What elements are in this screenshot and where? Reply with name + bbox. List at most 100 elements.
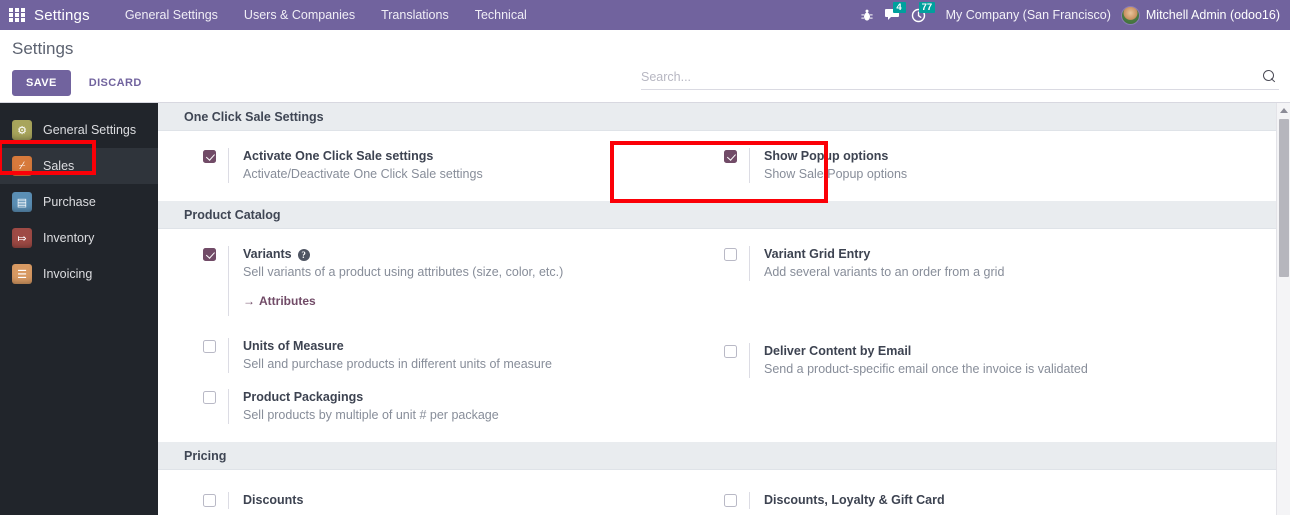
menu-translations[interactable]: Translations xyxy=(368,0,462,30)
setting-text: Product Packagings Sell products by mult… xyxy=(243,389,499,424)
menu-users-companies[interactable]: Users & Companies xyxy=(231,0,368,30)
checkbox-activate-one-click-sale[interactable] xyxy=(203,150,216,163)
action-buttons: SAVE DISCARD xyxy=(12,70,146,96)
activities-count-badge: 77 xyxy=(918,2,936,13)
section-body-pricing: Discounts Discounts, Loyalty & Gift Card xyxy=(158,470,1290,515)
setting-title-label: Variants xyxy=(243,247,292,261)
setting-description: Sell variants of a product using attribu… xyxy=(243,265,564,279)
setting-divider xyxy=(228,338,229,373)
setting-title: Product Packagings xyxy=(243,390,364,404)
setting-text: Units of Measure Sell and purchase produ… xyxy=(243,338,552,373)
search-icon[interactable] xyxy=(1263,69,1277,84)
help-icon[interactable]: ? xyxy=(297,248,310,261)
setting-text: Variants ? Sell variants of a product us… xyxy=(243,246,563,310)
setting-description: Add several variants to an order from a … xyxy=(764,265,1005,279)
setting-units-of-measure[interactable]: Units of Measure Sell and purchase produ… xyxy=(203,338,724,373)
scroll-thumb[interactable] xyxy=(1279,119,1289,277)
section-header-product-catalog: Product Catalog xyxy=(158,201,1290,229)
setting-divider xyxy=(228,389,229,424)
setting-text: Discounts xyxy=(243,492,303,509)
user-menu[interactable]: Mitchell Admin (odoo16) xyxy=(1146,8,1280,22)
menu-general-settings[interactable]: General Settings xyxy=(112,0,231,30)
sidebar-item-purchase[interactable]: ▤ Purchase xyxy=(0,184,158,220)
setting-divider xyxy=(749,492,750,509)
setting-title: Variant Grid Entry xyxy=(764,247,871,261)
attributes-link[interactable]: → Attributes xyxy=(243,294,316,308)
section-column-left: Activate One Click Sale settings Activat… xyxy=(158,148,724,183)
setting-product-packagings[interactable]: Product Packagings Sell products by mult… xyxy=(203,389,724,424)
sidebar-item-label: Inventory xyxy=(43,231,95,245)
setting-title: Show Popup options xyxy=(764,149,889,163)
sidebar-item-label: General Settings xyxy=(43,123,137,137)
discard-button[interactable]: DISCARD xyxy=(85,71,146,95)
checkbox-variants[interactable] xyxy=(203,248,216,261)
section-body-one-click-sale: Activate One Click Sale settings Activat… xyxy=(158,131,1290,201)
setting-deliver-content-by-email[interactable]: Deliver Content by Email Send a product-… xyxy=(724,343,1290,378)
sidebar-item-label: Invoicing xyxy=(43,267,93,281)
setting-show-popup-options[interactable]: Show Popup options Show Sale Popup optio… xyxy=(724,148,1290,183)
setting-variants[interactable]: Variants ? Sell variants of a product us… xyxy=(203,246,724,316)
search-input[interactable] xyxy=(641,69,1263,84)
setting-title: Deliver Content by Email xyxy=(764,344,912,358)
section-header-one-click-sale: One Click Sale Settings xyxy=(158,103,1290,131)
setting-title: Activate One Click Sale settings xyxy=(243,149,434,163)
settings-content: One Click Sale Settings Activate One Cli… xyxy=(158,103,1290,515)
checkbox-product-packagings[interactable] xyxy=(203,391,216,404)
setting-description: Send a product-specific email once the i… xyxy=(764,362,1088,376)
clock-activity-icon[interactable]: 77 xyxy=(906,0,936,30)
bar-chart-icon: ⌿ xyxy=(12,156,32,176)
setting-divider xyxy=(228,148,229,183)
section-column-left: Variants ? Sell variants of a product us… xyxy=(158,246,724,424)
setting-text: Discounts, Loyalty & Gift Card xyxy=(764,492,945,509)
app-brand-settings[interactable]: Settings xyxy=(34,7,90,24)
menu-technical[interactable]: Technical xyxy=(462,0,540,30)
setting-description: Sell products by multiple of unit # per … xyxy=(243,408,499,422)
chevron-up-icon[interactable] xyxy=(1277,103,1290,117)
avatar[interactable] xyxy=(1120,5,1140,25)
box-icon: ⤇ xyxy=(12,228,32,248)
setting-title: Discounts xyxy=(243,493,304,507)
credit-card-icon: ▤ xyxy=(12,192,32,212)
checkbox-show-popup-options[interactable] xyxy=(724,150,737,163)
page-title: Settings xyxy=(12,39,74,58)
arrow-right-icon: → xyxy=(243,294,255,308)
navbar-menu: General Settings Users & Companies Trans… xyxy=(112,0,540,30)
sidebar-item-invoicing[interactable]: ☰ Invoicing xyxy=(0,256,158,292)
checkbox-variant-grid-entry[interactable] xyxy=(724,248,737,261)
sidebar-top-spacer xyxy=(0,103,158,112)
section-body-product-catalog: Variants ? Sell variants of a product us… xyxy=(158,229,1290,442)
checkbox-discounts[interactable] xyxy=(203,494,216,507)
setting-variant-grid-entry[interactable]: Variant Grid Entry Add several variants … xyxy=(724,246,1290,281)
setting-description: Show Sale Popup options xyxy=(764,167,908,181)
setting-discounts-loyalty-gift-card[interactable]: Discounts, Loyalty & Gift Card xyxy=(724,492,1290,509)
setting-divider xyxy=(749,148,750,183)
checkbox-discounts-loyalty-gift-card[interactable] xyxy=(724,494,737,507)
messages-count-badge: 4 xyxy=(892,2,906,13)
sidebar-item-sales[interactable]: ⌿ Sales xyxy=(0,148,158,184)
setting-text: Activate One Click Sale settings Activat… xyxy=(243,148,483,183)
section-column-right: Discounts, Loyalty & Gift Card xyxy=(724,492,1290,509)
chat-bubble-icon[interactable]: 4 xyxy=(880,0,906,30)
setting-text: Show Popup options Show Sale Popup optio… xyxy=(764,148,907,183)
section-header-pricing: Pricing xyxy=(158,442,1290,470)
attributes-link-label: Attributes xyxy=(259,294,316,308)
setting-divider xyxy=(228,492,229,509)
company-selector[interactable]: My Company (San Francisco) xyxy=(946,8,1111,22)
sidebar-item-inventory[interactable]: ⤇ Inventory xyxy=(0,220,158,256)
section-column-right: Variant Grid Entry Add several variants … xyxy=(724,246,1290,424)
setting-activate-one-click-sale[interactable]: Activate One Click Sale settings Activat… xyxy=(203,148,724,183)
section-column-right: Show Popup options Show Sale Popup optio… xyxy=(724,148,1290,183)
setting-text: Deliver Content by Email Send a product-… xyxy=(764,343,1088,378)
apps-grid-icon[interactable] xyxy=(9,8,25,22)
checkbox-units-of-measure[interactable] xyxy=(203,340,216,353)
setting-title: Discounts, Loyalty & Gift Card xyxy=(764,493,945,507)
setting-description: Activate/Deactivate One Click Sale setti… xyxy=(243,167,483,181)
checkbox-deliver-content-by-email[interactable] xyxy=(724,345,737,358)
setting-discounts[interactable]: Discounts xyxy=(203,492,724,509)
save-button[interactable]: SAVE xyxy=(12,70,71,96)
setting-title: Variants ? xyxy=(243,246,563,263)
bug-icon[interactable] xyxy=(854,0,880,30)
setting-divider xyxy=(749,343,750,378)
content-scrollbar[interactable] xyxy=(1276,103,1290,515)
sidebar-item-general-settings[interactable]: ⚙ General Settings xyxy=(0,112,158,148)
